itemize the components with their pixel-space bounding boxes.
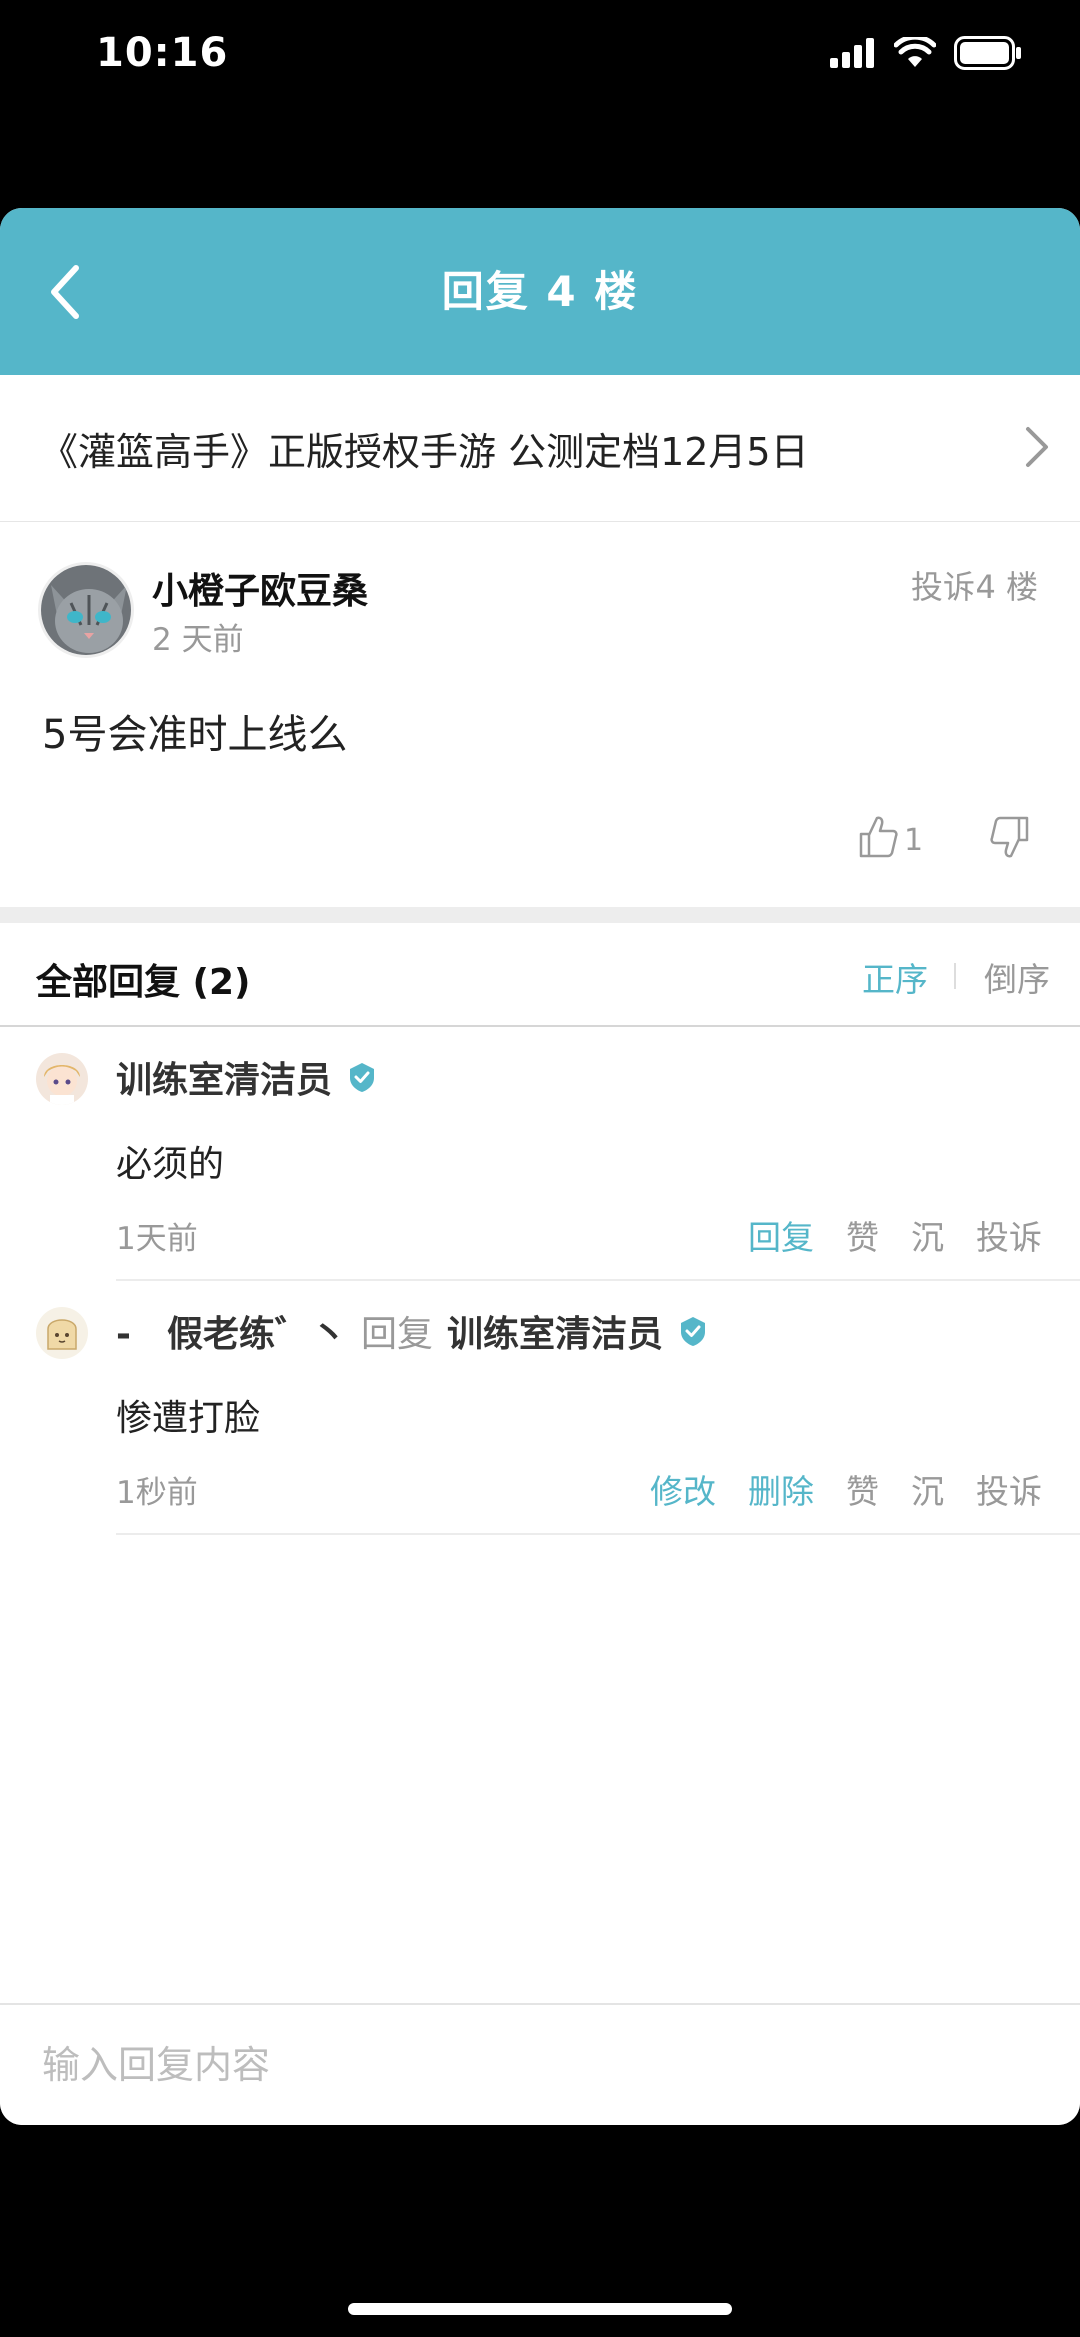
reply-time: 1天前: [116, 1221, 198, 1257]
upvote-button[interactable]: 赞: [846, 1211, 879, 1259]
report-button[interactable]: 投诉: [976, 1465, 1042, 1513]
signal-icon: [830, 38, 876, 72]
status-time: 10:16: [96, 30, 229, 76]
topic-link[interactable]: 《灌篮高手》正版授权手游 公测定档12月5日: [0, 375, 1080, 522]
post-content: 5号会准时上线么: [42, 712, 348, 758]
reply-author-row: - 假老练゛丶 回复 训练室清洁员: [116, 1305, 709, 1357]
reply-target-author[interactable]: 训练室清洁员: [447, 1305, 663, 1357]
reply-author-row: 训练室清洁员: [116, 1051, 378, 1103]
battery-icon: [954, 36, 1022, 74]
replies-title: 全部回复 (2): [36, 962, 251, 1003]
like-button[interactable]: 1: [858, 814, 923, 858]
floor-number: 4 楼: [975, 568, 1038, 606]
post-author[interactable]: 小橙子欧豆桑: [152, 562, 368, 614]
wifi-icon: [893, 34, 937, 73]
sort-descending-button[interactable]: 倒序: [984, 953, 1050, 1001]
like-count: 1: [904, 823, 924, 858]
downvote-button[interactable]: 沉: [911, 1465, 944, 1513]
reply-input-bar: 输入回复内容: [0, 2003, 1080, 2125]
thumbs-up-icon: [859, 816, 898, 858]
downvote-button[interactable]: 沉: [911, 1211, 944, 1259]
replies-header: 全部回复 (2) 正序 倒序: [0, 923, 1080, 1027]
section-divider: [0, 907, 1080, 923]
avatar[interactable]: [38, 562, 134, 658]
status-bar: 10:16: [0, 0, 1080, 120]
reply-input[interactable]: 输入回复内容: [42, 2005, 270, 2125]
sort-ascending-button[interactable]: 正序: [862, 953, 928, 1001]
reply-divider: [116, 1533, 1080, 1535]
report-button[interactable]: 投诉: [976, 1211, 1042, 1259]
reply-author[interactable]: 训练室清洁员: [116, 1051, 332, 1103]
sort-separator: [954, 963, 956, 989]
report-button[interactable]: 投诉: [911, 562, 975, 608]
thumbs-down-icon: [990, 816, 1029, 858]
upvote-button[interactable]: 赞: [846, 1465, 879, 1513]
edit-button[interactable]: 修改: [650, 1465, 716, 1513]
dislike-button[interactable]: [990, 816, 1030, 864]
reply-to-label: 回复: [360, 1314, 433, 1355]
reply-author[interactable]: - 假老练゛丶: [116, 1305, 347, 1357]
status-icons: [830, 34, 1022, 74]
page-title: 回复 4 楼: [441, 267, 639, 316]
avatar[interactable]: [36, 1307, 88, 1359]
reply-button[interactable]: 回复: [748, 1211, 814, 1259]
avatar[interactable]: [36, 1053, 88, 1105]
home-indicator[interactable]: [348, 2303, 732, 2315]
reply-content: 惨遭打脸: [116, 1398, 261, 1439]
post-time: 2 天前: [152, 622, 244, 658]
nav-bar: 回复 4 楼: [0, 208, 1080, 375]
chevron-right-icon: [1026, 427, 1048, 467]
delete-button[interactable]: 删除: [748, 1465, 814, 1513]
reply-actions: 回复 赞 沉 投诉: [748, 1211, 1042, 1259]
reply-time: 1秒前: [116, 1475, 198, 1511]
reply-item: 训练室清洁员 必须的 1天前 回复 赞 沉 投诉: [0, 1027, 1080, 1281]
verified-badge-icon: [680, 1317, 705, 1346]
reply-item: - 假老练゛丶 回复 训练室清洁员 惨遭打脸 1秒前 修改 删除 赞 沉 投诉: [0, 1281, 1080, 1535]
reply-actions: 修改 删除 赞 沉 投诉: [650, 1465, 1042, 1513]
original-post: 小橙子欧豆桑 2 天前 投诉 4 楼 5号会准时上线么 1: [0, 522, 1080, 907]
reply-sheet: 回复 4 楼 《灌篮高手》正版授权手游 公测定档12月5日 小橙子欧豆桑 2 天…: [0, 208, 1080, 2125]
topic-title: 《灌篮高手》正版授权手游 公测定档12月5日: [40, 429, 809, 474]
reply-content: 必须的: [116, 1144, 225, 1185]
verified-badge-icon: [350, 1063, 375, 1092]
